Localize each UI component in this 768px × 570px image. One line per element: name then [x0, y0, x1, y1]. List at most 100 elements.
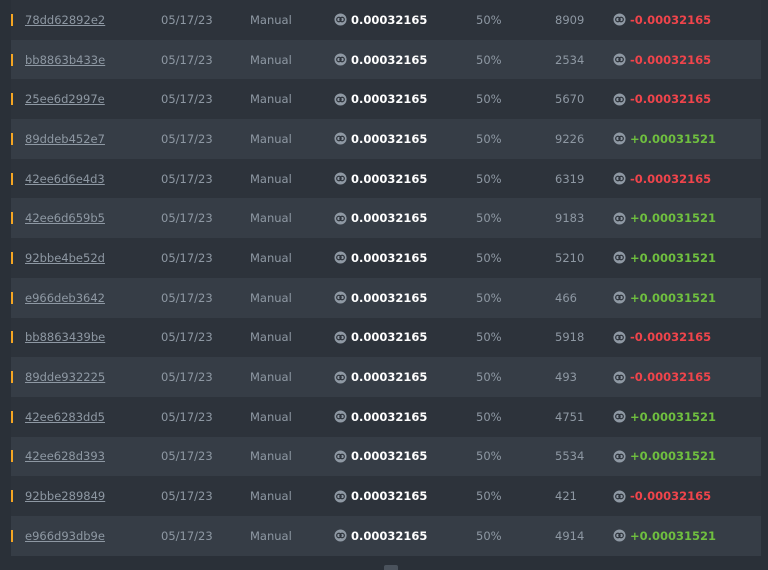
win-chance: 50%: [476, 131, 502, 146]
profit-value: -0.00032165: [630, 92, 712, 107]
bet-id-link[interactable]: 42ee6d6e4d3: [25, 172, 105, 186]
bet-id-link[interactable]: 78dd62892e2: [25, 13, 105, 27]
bet-amount: 0.00032165: [334, 330, 427, 344]
coin-icon: [334, 13, 347, 26]
win-chance: 50%: [476, 370, 502, 385]
profit: -0.00032165: [613, 92, 711, 106]
coin-icon: [334, 132, 347, 145]
coin-icon: [334, 93, 347, 106]
coin-icon: [613, 93, 626, 106]
roll-result: 5210: [555, 250, 585, 265]
coin-icon: [613, 212, 626, 225]
table-row: bb8863439be 05/17/23 Manual 0.00032165 5…: [11, 317, 761, 358]
bet-mode: Manual: [250, 131, 292, 146]
profit: -0.00032165: [613, 172, 711, 186]
profit: +0.00031521: [613, 291, 716, 305]
bet-id-link[interactable]: bb8863b433e: [25, 53, 105, 67]
bet-id-link[interactable]: e966d93db9e: [25, 529, 105, 543]
profit-value: +0.00031521: [630, 250, 717, 265]
bet-amount-value: 0.00032165: [351, 52, 428, 67]
bet-date: 05/17/23: [161, 290, 213, 305]
bet-amount: 0.00032165: [334, 410, 427, 424]
win-chance: 50%: [476, 290, 502, 305]
win-chance: 50%: [476, 489, 502, 504]
bet-amount: 0.00032165: [334, 92, 427, 106]
bet-amount-value: 0.00032165: [351, 370, 428, 385]
bet-mode: Manual: [250, 290, 292, 305]
table-row: 89ddeb452e7 05/17/23 Manual 0.00032165 5…: [11, 119, 761, 159]
bet-mode: Manual: [250, 52, 292, 67]
bet-amount: 0.00032165: [334, 211, 427, 225]
profit-value: -0.00032165: [630, 171, 712, 186]
profit: +0.00031521: [613, 132, 716, 146]
profit-value: -0.00032165: [630, 489, 712, 504]
bet-amount-value: 0.00032165: [351, 330, 428, 345]
status-marker: [11, 331, 13, 344]
bet-id-link[interactable]: 42ee6d659b5: [25, 211, 105, 225]
bet-id-link[interactable]: bb8863439be: [25, 330, 105, 344]
win-chance: 50%: [476, 211, 502, 226]
win-chance: 50%: [476, 52, 502, 67]
bet-date: 05/17/23: [161, 449, 213, 464]
bet-id-link[interactable]: 42ee6283dd5: [25, 410, 105, 424]
bet-date: 05/17/23: [161, 528, 213, 543]
coin-icon: [334, 370, 347, 384]
scroll-handle[interactable]: [384, 565, 398, 570]
table-row: e966deb3642 05/17/23 Manual 0.00032165 5…: [11, 277, 761, 318]
status-marker: [11, 490, 13, 503]
bet-mode: Manual: [250, 370, 292, 385]
bet-amount: 0.00032165: [334, 172, 427, 186]
profit-value: -0.00032165: [630, 12, 712, 27]
roll-result: 6319: [555, 171, 585, 186]
bet-id-link[interactable]: 92bbe289849: [25, 489, 105, 503]
coin-icon: [334, 212, 347, 225]
table-row: 42ee6d6e4d3 05/17/23 Manual 0.00032165 5…: [11, 158, 761, 199]
bet-date: 05/17/23: [161, 330, 213, 345]
status-marker: [11, 53, 13, 66]
coin-icon: [613, 251, 626, 265]
table-row: 42ee6283dd5 05/17/23 Manual 0.00032165 5…: [11, 396, 761, 437]
bet-id-link[interactable]: 92bbe4be52d: [25, 251, 105, 265]
profit-value: +0.00031521: [630, 131, 717, 146]
bet-id-link[interactable]: 42ee628d393: [25, 449, 105, 463]
bet-amount: 0.00032165: [334, 53, 427, 67]
win-chance: 50%: [476, 250, 502, 265]
bet-mode: Manual: [250, 171, 292, 186]
bet-amount-value: 0.00032165: [351, 131, 428, 146]
table-row: bb8863b433e 05/17/23 Manual 0.00032165 5…: [11, 39, 761, 80]
bet-date: 05/17/23: [161, 250, 213, 265]
profit: +0.00031521: [613, 529, 716, 543]
profit: -0.00032165: [613, 13, 711, 27]
table-row: 92bbe4be52d 05/17/23 Manual 0.00032165 5…: [11, 238, 761, 278]
bet-id-link[interactable]: 89ddeb452e7: [25, 132, 105, 146]
bet-id-link[interactable]: e966deb3642: [25, 291, 105, 305]
roll-result: 8909: [555, 12, 585, 27]
profit: +0.00031521: [613, 449, 716, 463]
bet-mode: Manual: [250, 12, 292, 27]
bet-amount-value: 0.00032165: [351, 449, 428, 464]
bet-amount-value: 0.00032165: [351, 211, 428, 226]
profit: +0.00031521: [613, 251, 716, 265]
coin-icon: [613, 529, 626, 542]
profit: +0.00031521: [613, 211, 716, 225]
roll-result: 493: [555, 370, 577, 385]
bet-id-link[interactable]: 89dde932225: [25, 370, 105, 384]
table-row: e966d93db9e 05/17/23 Manual 0.00032165 5…: [11, 515, 761, 556]
bet-id-link[interactable]: 25ee6d2997e: [25, 92, 105, 106]
roll-result: 9183: [555, 211, 585, 226]
coin-icon: [334, 410, 347, 423]
table-row: 78dd62892e2 05/17/23 Manual 0.00032165 5…: [11, 0, 761, 40]
bets-table: 78dd62892e2 05/17/23 Manual 0.00032165 5…: [11, 0, 761, 556]
status-marker: [11, 13, 13, 26]
profit: -0.00032165: [613, 489, 711, 503]
status-marker: [11, 450, 13, 463]
bet-amount-value: 0.00032165: [351, 409, 428, 424]
table-row: 25ee6d2997e 05/17/23 Manual 0.00032165 5…: [11, 79, 761, 120]
win-chance: 50%: [476, 330, 502, 345]
coin-icon: [334, 331, 347, 344]
bet-amount: 0.00032165: [334, 489, 427, 503]
profit-value: -0.00032165: [630, 370, 712, 385]
bet-date: 05/17/23: [161, 131, 213, 146]
profit-value: -0.00032165: [630, 330, 712, 345]
roll-result: 5918: [555, 330, 585, 345]
